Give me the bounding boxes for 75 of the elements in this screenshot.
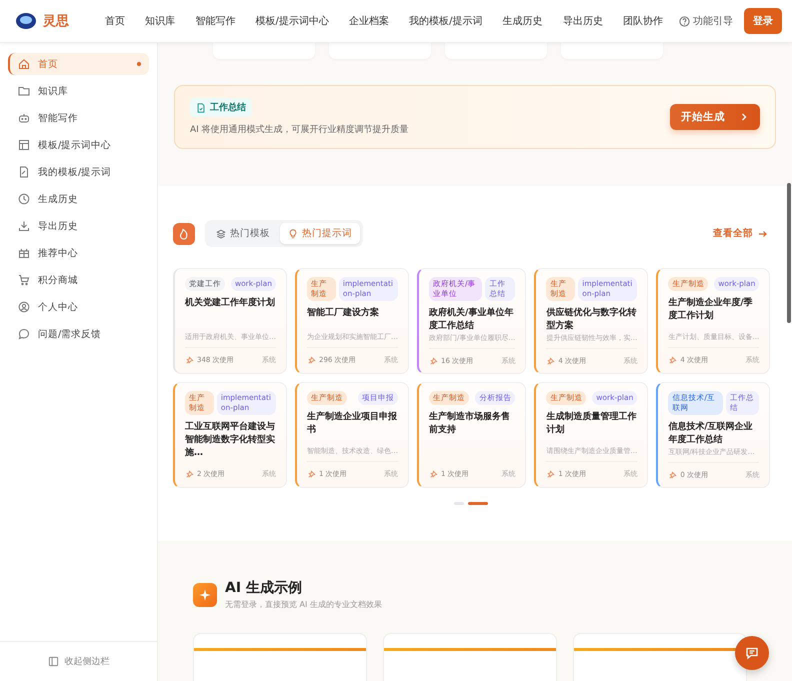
layout-icon	[18, 139, 30, 151]
chevron-icon	[739, 112, 749, 122]
banner-text: AI 将使用通用模式生成，可展开行业精度调节提升质量	[190, 124, 409, 136]
card-title: 政府机关/事业单位年度工作总结	[429, 307, 514, 334]
message-icon	[745, 646, 759, 660]
card-title: 供应链优化与数字化转型方案	[546, 307, 638, 334]
bulb-icon	[288, 228, 298, 238]
nav-link[interactable]: 模板/提示词中心	[255, 14, 329, 28]
clock-icon	[18, 193, 30, 205]
section-title: AI 生成示例	[225, 579, 303, 597]
speech-bubble-icon	[18, 328, 30, 340]
cart-icon	[18, 274, 30, 286]
sidebar-item[interactable]: 我的模板/提示词	[8, 161, 149, 183]
sidebar-item[interactable]: 模板/提示词中心	[8, 134, 149, 156]
page-indicator[interactable]	[468, 502, 488, 505]
sidebar-icon	[48, 656, 58, 667]
document-icon	[196, 102, 206, 112]
card-title: 生成制造质量管理工作计划	[546, 411, 638, 438]
logo-icon	[15, 11, 37, 31]
sidebar-item[interactable]: 知识库	[8, 80, 149, 102]
active-dot	[137, 62, 141, 66]
tab[interactable]: 热门模板	[208, 223, 278, 244]
pin-icon	[668, 470, 678, 480]
start-button[interactable]: 开始生成	[670, 104, 760, 130]
pin-icon	[185, 356, 194, 364]
nav-link[interactable]: 企业档案	[349, 14, 389, 28]
nav-link[interactable]: 智能写作	[195, 14, 236, 28]
pin-icon	[668, 356, 678, 364]
category-tag: 工作总结	[190, 98, 252, 117]
nav-link[interactable]: 生成历史	[502, 14, 543, 28]
download-icon	[18, 220, 30, 232]
sidebar-item[interactable]: 积分商城	[8, 269, 149, 291]
card-title: 机关党建工作年度计划	[185, 297, 276, 310]
sidebar-item[interactable]: 生成历史	[8, 188, 149, 210]
folder-icon	[18, 85, 30, 97]
card-title: 生产制造企业项目申报书	[307, 411, 398, 438]
scrollbar-thumb[interactable]	[787, 183, 791, 323]
nav-link[interactable]: 团队协作	[623, 14, 663, 28]
arrow-icon	[758, 228, 768, 238]
flame-icon	[173, 222, 195, 244]
pin-icon	[185, 470, 194, 478]
example-card[interactable]	[193, 633, 367, 681]
pin-icon	[307, 356, 316, 364]
user-icon	[18, 301, 30, 313]
card-title: 信息技术/互联网企业年度工作总结	[668, 421, 754, 448]
login-button[interactable]: 登录	[744, 8, 782, 34]
sidebar-item[interactable]: 推荐中心	[8, 242, 149, 264]
pin-icon	[429, 356, 438, 366]
nav-link[interactable]: 知识库	[145, 14, 176, 28]
sidebar-item[interactable]: 智能写作	[8, 107, 149, 129]
guide-link[interactable]: 功能引导	[679, 14, 733, 28]
layers-icon	[216, 228, 226, 238]
home-icon	[18, 58, 30, 70]
example-card[interactable]	[573, 633, 747, 681]
sidebar-item[interactable]: 问题/需求反馈	[8, 323, 149, 345]
gift-icon	[18, 247, 30, 259]
nav-link[interactable]: 我的模板/提示词	[409, 14, 483, 28]
document-icon	[18, 166, 30, 178]
pin-icon	[429, 470, 438, 478]
section-subtitle: 无需登录，直接预览 AI 生成的专业文档效果	[225, 599, 382, 610]
pin-icon	[546, 356, 556, 366]
sidebar-item[interactable]: 导出历史	[8, 215, 149, 237]
sidebar-item[interactable]: 个人中心	[8, 296, 149, 318]
pin-icon	[546, 470, 556, 478]
card-title: 生产制造企业年度/季度工作计划	[668, 297, 754, 324]
sparkle-icon	[193, 582, 217, 606]
card-title: 智能工厂建设方案	[307, 307, 380, 320]
card-title: 工业互联网平台建设与智能制造数字化转型实施…	[185, 421, 276, 460]
example-card[interactable]	[383, 633, 557, 681]
help-icon	[679, 16, 690, 26]
card-title: 生产制造市场服务售前支持	[429, 411, 511, 438]
nav-link[interactable]: 导出历史	[562, 14, 603, 28]
pin-icon	[307, 470, 316, 478]
nav-link[interactable]: 首页	[105, 14, 125, 28]
collapse-label: 收起侧边栏	[64, 656, 110, 668]
